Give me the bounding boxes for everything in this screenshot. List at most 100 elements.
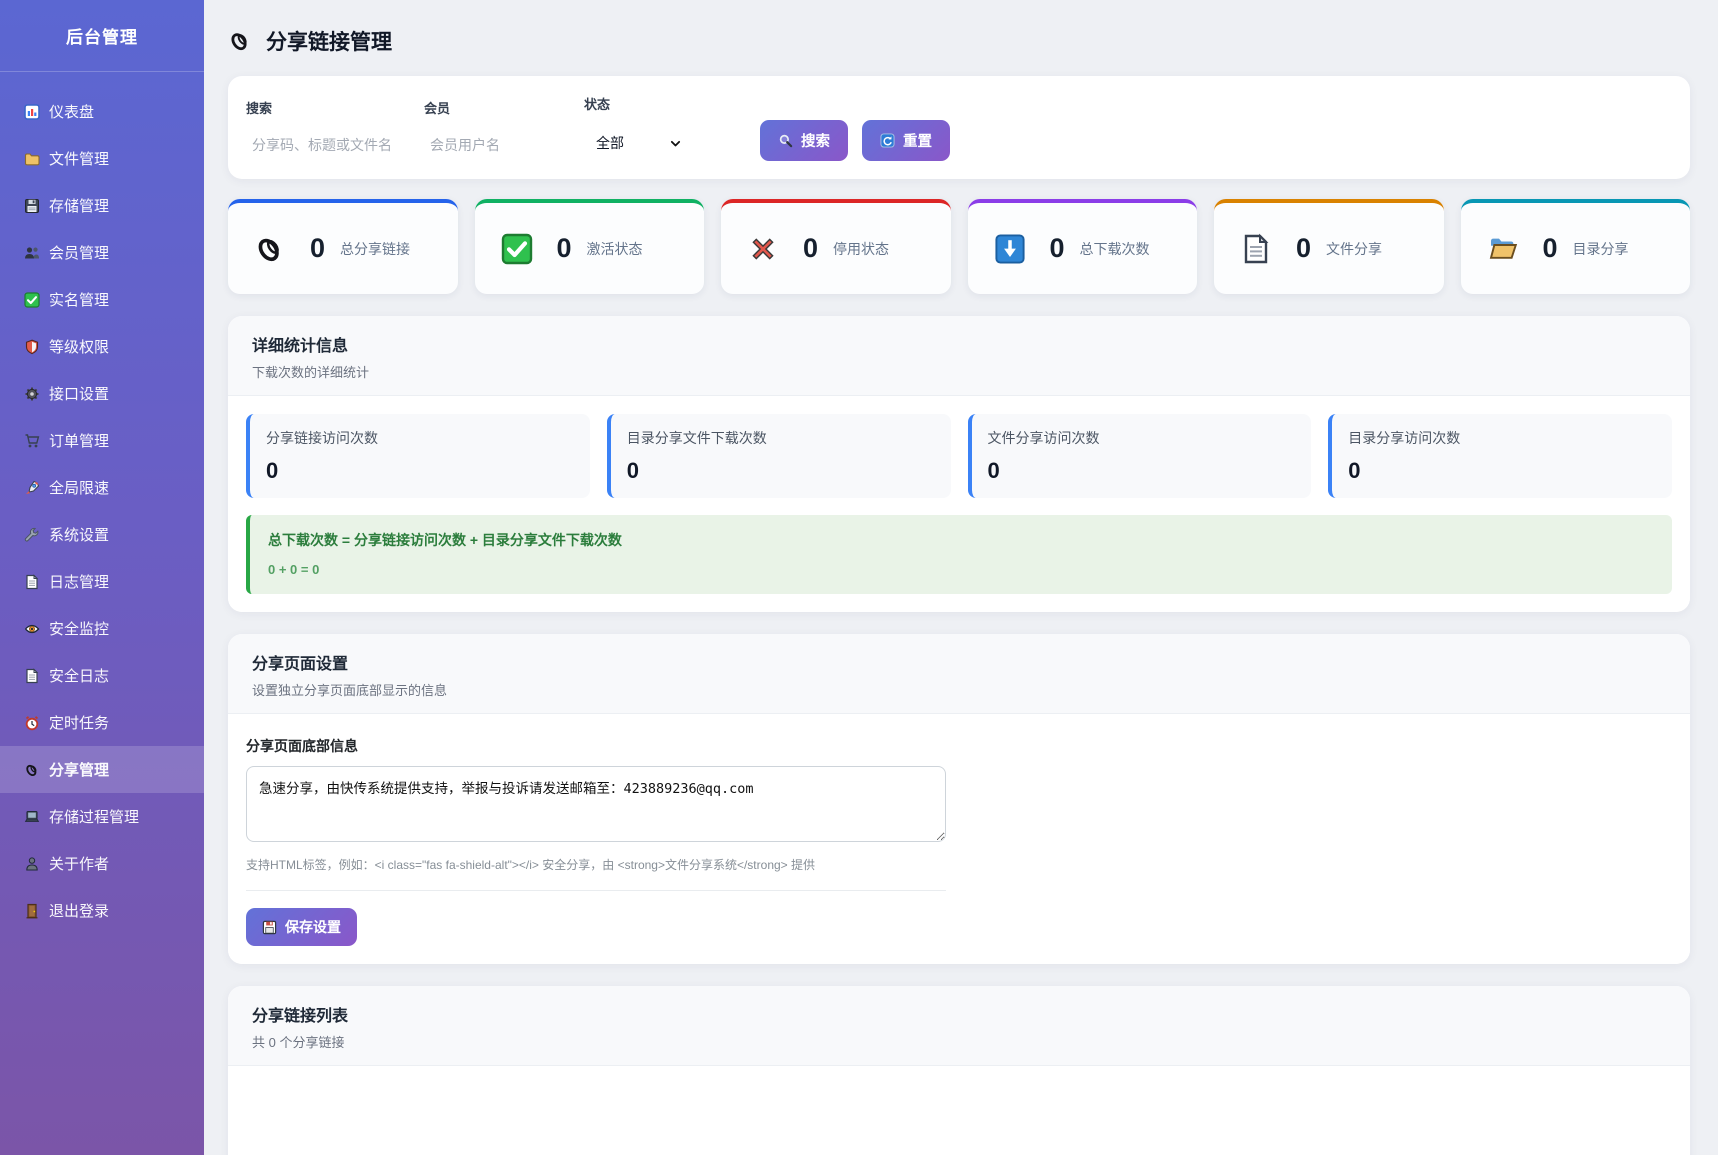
formula-box: 总下载次数 = 分享链接访问次数 + 目录分享文件下载次数 0 + 0 = 0	[246, 515, 1672, 594]
stats-row: 0 总分享链接 0 激活状态 0 停用状态 0 总下载次数 0	[228, 199, 1690, 294]
x-icon	[747, 233, 779, 265]
download-icon	[994, 233, 1026, 265]
paperclip-icon	[254, 233, 286, 265]
footer-info-label: 分享页面底部信息	[246, 736, 1672, 756]
mini-stat-value: 0	[988, 458, 1296, 484]
sidebar-item-label: 存储过程管理	[49, 806, 139, 827]
settings-divider	[246, 890, 946, 891]
main-content: 分享链接管理 搜索 会员 状态 全部 搜索	[204, 0, 1718, 1155]
sidebar-item-logout[interactable]: 退出登录	[0, 887, 204, 934]
member-input[interactable]	[424, 129, 584, 161]
sidebar-item-stored-procedures[interactable]: 存储过程管理	[0, 793, 204, 840]
sidebar-item-label: 文件管理	[49, 148, 109, 169]
page-title: 分享链接管理	[266, 26, 392, 56]
cart-icon	[24, 433, 40, 449]
stat-card-directory-shares: 0 目录分享	[1461, 199, 1691, 294]
users-icon	[24, 245, 40, 261]
page-icon	[24, 668, 40, 684]
person-icon	[24, 856, 40, 872]
mini-stat-label: 目录分享文件下载次数	[627, 428, 935, 448]
share-page-settings-title: 分享页面设置	[252, 650, 1666, 674]
sidebar-item-share-management[interactable]: 分享管理	[0, 746, 204, 793]
share-page-settings-subtitle: 设置独立分享页面底部显示的信息	[252, 680, 1666, 699]
search-input[interactable]	[246, 129, 424, 161]
detail-stats-body: 分享链接访问次数 0 目录分享文件下载次数 0 文件分享访问次数 0 目录分享访…	[228, 396, 1690, 612]
save-icon	[262, 920, 277, 935]
share-link-list-title: 分享链接列表	[252, 1002, 1666, 1026]
sidebar-item-logs[interactable]: 日志管理	[0, 558, 204, 605]
sidebar-item-security-monitor[interactable]: 安全监控	[0, 605, 204, 652]
sidebar-item-label: 关于作者	[49, 853, 109, 874]
mini-stat-dir-share-visits: 目录分享访问次数 0	[1328, 414, 1672, 498]
sidebar-item-about-author[interactable]: 关于作者	[0, 840, 204, 887]
shield-icon	[24, 339, 40, 355]
sidebar-item-label: 系统设置	[49, 524, 109, 545]
mini-stat-label: 文件分享访问次数	[988, 428, 1296, 448]
mini-stat-label: 目录分享访问次数	[1348, 428, 1656, 448]
status-select-value: 全部	[596, 133, 624, 153]
sidebar-nav: 仪表盘 文件管理 存储管理 会员管理 实名管理 等级权限	[0, 72, 204, 934]
share-page-settings-body: 分享页面底部信息 急速分享，由快传系统提供支持，举报与投诉请发送邮箱至：4238…	[228, 714, 1690, 964]
sidebar-item-realname[interactable]: 实名管理	[0, 276, 204, 323]
sidebar-item-rate-limit[interactable]: 全局限速	[0, 464, 204, 511]
detail-stats-card: 详细统计信息 下载次数的详细统计 分享链接访问次数 0 目录分享文件下载次数 0…	[228, 316, 1690, 612]
sidebar-item-label: 安全监控	[49, 618, 109, 639]
stat-label: 总下载次数	[1080, 239, 1150, 259]
door-icon	[24, 903, 40, 919]
filter-panel: 搜索 会员 状态 全部 搜索 重置	[228, 76, 1690, 179]
share-link-list-card: 分享链接列表 共 0 个分享链接	[228, 986, 1690, 1155]
sidebar-item-permissions[interactable]: 等级权限	[0, 323, 204, 370]
detail-stats-title: 详细统计信息	[252, 332, 1666, 356]
gear-icon	[24, 386, 40, 402]
search-field-group: 搜索	[246, 98, 424, 161]
chevron-down-icon	[669, 137, 682, 150]
footer-info-textarea[interactable]: 急速分享，由快传系统提供支持，举报与投诉请发送邮箱至：423889236@qq.…	[246, 766, 946, 842]
mini-stat-file-share-visits: 文件分享访问次数 0	[968, 414, 1312, 498]
laptop-icon	[24, 809, 40, 825]
sidebar-item-storage[interactable]: 存储管理	[0, 182, 204, 229]
detail-stats-header: 详细统计信息 下载次数的详细统计	[228, 316, 1690, 396]
search-label: 搜索	[246, 98, 424, 117]
paperclip-icon	[24, 762, 40, 778]
reset-button[interactable]: 重置	[862, 120, 950, 161]
dashboard-icon	[24, 104, 40, 120]
stat-label: 停用状态	[833, 239, 889, 259]
stat-label: 总分享链接	[340, 239, 410, 259]
mini-stat-label: 分享链接访问次数	[266, 428, 574, 448]
sidebar-item-dashboard[interactable]: 仪表盘	[0, 88, 204, 135]
status-label: 状态	[584, 94, 684, 113]
share-link-list-body	[228, 1066, 1690, 1155]
status-select[interactable]: 全部	[584, 125, 684, 161]
sidebar-item-cron-tasks[interactable]: 定时任务	[0, 699, 204, 746]
sidebar-item-files[interactable]: 文件管理	[0, 135, 204, 182]
save-settings-button[interactable]: 保存设置	[246, 908, 357, 946]
stat-value: 0	[803, 233, 818, 264]
stat-card-file-shares: 0 文件分享	[1214, 199, 1444, 294]
sidebar-item-api-settings[interactable]: 接口设置	[0, 370, 204, 417]
member-field-group: 会员	[424, 98, 584, 161]
sidebar-item-label: 退出登录	[49, 900, 109, 921]
formula-value: 0 + 0 = 0	[268, 562, 1654, 577]
search-button[interactable]: 搜索	[760, 120, 848, 161]
sidebar-item-label: 日志管理	[49, 571, 109, 592]
sidebar-item-label: 仪表盘	[49, 101, 94, 122]
reset-button-label: 重置	[903, 130, 932, 151]
stat-value: 0	[1296, 233, 1311, 264]
sidebar-item-security-logs[interactable]: 安全日志	[0, 652, 204, 699]
stat-card-active: 0 激活状态	[475, 199, 705, 294]
save-settings-label: 保存设置	[285, 917, 341, 937]
sidebar-item-label: 定时任务	[49, 712, 109, 733]
share-link-list-header: 分享链接列表 共 0 个分享链接	[228, 986, 1690, 1066]
footer-help-text: 支持HTML标签，例如：<i class="fas fa-shield-alt"…	[246, 856, 1672, 873]
rocket-icon	[24, 480, 40, 496]
sidebar-item-members[interactable]: 会员管理	[0, 229, 204, 276]
alarm-clock-icon	[24, 715, 40, 731]
page-header: 分享链接管理	[228, 26, 1690, 56]
sidebar-item-system-settings[interactable]: 系统设置	[0, 511, 204, 558]
stat-label: 文件分享	[1326, 239, 1382, 259]
sidebar-item-orders[interactable]: 订单管理	[0, 417, 204, 464]
mini-stat-value: 0	[1348, 458, 1656, 484]
member-label: 会员	[424, 98, 584, 117]
stat-value: 0	[557, 233, 572, 264]
mini-stat-value: 0	[627, 458, 935, 484]
